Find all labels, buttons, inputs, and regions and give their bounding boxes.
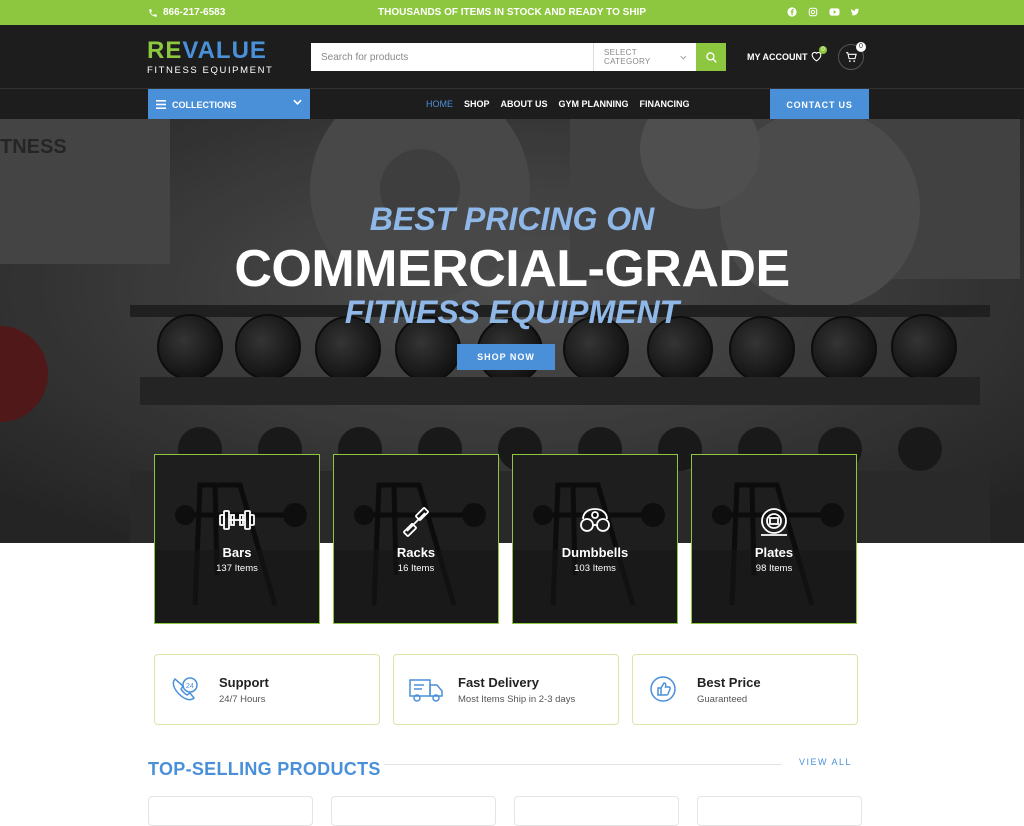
rack-background-image (692, 455, 856, 623)
product-card[interactable] (514, 796, 679, 826)
chevron-down-icon (680, 55, 687, 59)
feature-subtitle: Guaranteed (697, 694, 748, 705)
feature-title: Support (219, 675, 269, 690)
feature-support: 24 Support 24/7 Hours (154, 654, 380, 725)
nav-item-financing[interactable]: FINANCING (640, 99, 690, 109)
category-card-dumbbells[interactable]: Dumbbells 103 Items (512, 454, 678, 624)
product-card[interactable] (331, 796, 496, 826)
instagram-icon[interactable] (807, 6, 819, 18)
product-card[interactable] (148, 796, 313, 826)
nav-item-home[interactable]: HOME (426, 99, 453, 109)
collections-label: COLLECTIONS (172, 99, 237, 110)
feature-subtitle: Most Items Ship in 2-3 days (458, 694, 576, 705)
cart-button[interactable]: 0 (838, 42, 866, 70)
category-card-bars[interactable]: Bars 137 Items (154, 454, 320, 624)
search-button[interactable] (696, 43, 726, 71)
category-name: Plates (754, 545, 794, 560)
social-links (786, 6, 861, 18)
wishlist-count: 0 (819, 46, 827, 54)
category-name: Bars (222, 545, 252, 560)
category-select-label: SELECT CATEGORY (604, 48, 651, 66)
category-card-plates[interactable]: Plates 98 Items (691, 454, 857, 624)
barbell-icon (155, 505, 319, 535)
feature-title: Fast Delivery (458, 675, 539, 690)
view-all-link[interactable]: VIEW ALL (799, 757, 852, 767)
nav-item-shop[interactable]: SHOP (464, 99, 490, 109)
dumbbell-rack-icon (334, 505, 498, 539)
rack-background-image (334, 455, 498, 623)
kettlebell-icon (513, 505, 677, 539)
category-count: 16 Items (397, 563, 435, 574)
support-phone-icon: 24 (172, 677, 198, 701)
feature-title: Best Price (697, 675, 761, 690)
twitter-icon[interactable] (849, 6, 861, 18)
nav-menu: HOME SHOP ABOUT US GYM PLANNING FINANCIN… (426, 99, 690, 109)
section-divider (384, 764, 782, 765)
hero-title-line-3: FITNESS EQUIPMENT (344, 294, 680, 330)
feature-best-price: Best Price Guaranteed (632, 654, 858, 725)
feature-fast-delivery: Fast Delivery Most Items Ship in 2-3 day… (393, 654, 619, 725)
feature-subtitle: 24/7 Hours (219, 694, 266, 705)
category-count: 98 Items (755, 563, 793, 574)
search-icon (705, 51, 717, 63)
feature-boxes: 24 Support 24/7 Hours Fast Delivery Most… (154, 654, 858, 725)
collections-dropdown[interactable]: COLLECTIONS (148, 89, 310, 120)
logo-tagline: FITNESS EQUIPMENT (147, 65, 274, 76)
product-card[interactable] (697, 796, 862, 826)
search-bar: SELECT CATEGORY (311, 43, 726, 71)
category-cards: Bars 137 Items Racks 16 Items Dumbbells … (154, 454, 857, 624)
nav-item-gym-planning[interactable]: GYM PLANNING (559, 99, 629, 109)
hero-title-line-1: BEST PRICING ON (369, 201, 655, 237)
logo-text-re: RE (147, 37, 183, 64)
svg-text:24: 24 (186, 683, 194, 690)
category-count: 137 Items (216, 563, 258, 574)
category-card-racks[interactable]: Racks 16 Items (333, 454, 499, 624)
hero-title-line-2: COMMERCIAL-GRADE (234, 240, 790, 298)
cart-count: 0 (856, 42, 866, 52)
main-navigation: COLLECTIONS HOME SHOP ABOUT US GYM PLANN… (0, 88, 1024, 120)
contact-us-button[interactable]: CONTACT US (770, 89, 869, 120)
delivery-truck-icon (409, 679, 443, 702)
category-name: Dumbbells (561, 545, 629, 560)
chevron-down-icon (293, 99, 302, 105)
category-count: 103 Items (574, 563, 616, 574)
rack-background-image (513, 455, 677, 623)
logo-text-value: VALUE (182, 37, 267, 64)
rack-background-image (155, 455, 319, 623)
section-title: TOP-SELLING PRODUCTS (148, 759, 381, 779)
youtube-icon[interactable] (828, 6, 840, 18)
hamburger-icon (156, 100, 166, 109)
category-select[interactable]: SELECT CATEGORY (593, 43, 696, 71)
top-bar: 866-217-6583 THOUSANDS OF ITEMS IN STOCK… (0, 0, 1024, 25)
product-grid (148, 796, 862, 826)
shop-now-button[interactable]: SHOP NOW (457, 344, 555, 370)
site-header: REVALUE FITNESS EQUIPMENT SELECT CATEGOR… (0, 25, 1024, 88)
category-name: Racks (396, 545, 436, 560)
weight-plate-icon (692, 505, 856, 539)
facebook-icon[interactable] (786, 6, 798, 18)
site-logo[interactable]: REVALUE FITNESS EQUIPMENT (147, 37, 274, 77)
thumbs-up-badge-icon (650, 676, 676, 702)
search-input[interactable] (311, 43, 593, 71)
promo-text: THOUSANDS OF ITEMS IN STOCK AND READY TO… (378, 7, 646, 18)
my-account-link[interactable]: MY ACCOUNT (747, 52, 808, 62)
nav-item-about-us[interactable]: ABOUT US (501, 99, 548, 109)
wishlist-button[interactable]: 0 (810, 46, 827, 63)
cart-icon (845, 52, 857, 62)
